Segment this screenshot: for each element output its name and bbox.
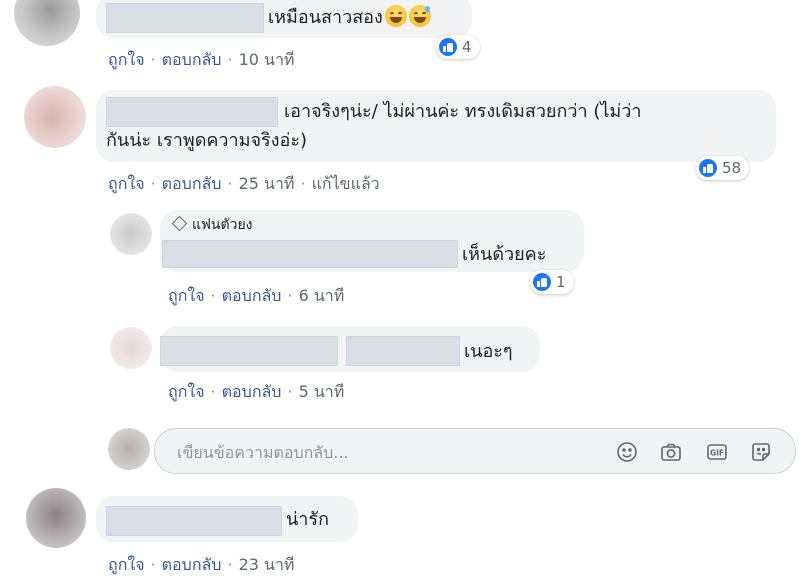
- camera-icon[interactable]: [659, 440, 683, 464]
- sticker-icon[interactable]: [749, 440, 773, 464]
- svg-text:GIF: GIF: [710, 449, 724, 458]
- redacted-tagged-name[interactable]: [346, 336, 460, 366]
- comment-text-line: กันน่ะ เราพูดความจริงอ่ะ): [106, 130, 308, 151]
- reply-avatar[interactable]: [110, 213, 152, 255]
- redacted-commenter-name[interactable]: [106, 97, 278, 127]
- reaction-count-badge[interactable]: 1: [530, 270, 574, 294]
- commenter-avatar[interactable]: [24, 86, 86, 148]
- reply-text: เนอะๆ: [464, 341, 513, 362]
- comment-text: เหมือนสาวสอง: [268, 5, 431, 31]
- reply-link[interactable]: ตอบกลับ: [162, 174, 222, 193]
- like-icon: [699, 159, 717, 177]
- like-icon: [439, 38, 457, 56]
- emoji-icon[interactable]: [615, 440, 639, 464]
- top-fan-badge[interactable]: แฟนตัวยง: [171, 214, 253, 236]
- comment-actions: ถูกใจ · ตอบกลับ · 23 นาที: [108, 555, 295, 574]
- reply-link[interactable]: ตอบกลับ: [222, 286, 282, 305]
- like-icon: [533, 273, 551, 291]
- like-link[interactable]: ถูกใจ: [108, 50, 145, 69]
- comment-text: น่ารัก: [286, 509, 329, 530]
- redacted-commenter-name[interactable]: [160, 336, 338, 366]
- grinning-face-icon: [384, 5, 407, 27]
- edited-label[interactable]: แก้ไขแล้ว: [312, 174, 380, 193]
- redacted-commenter-name[interactable]: [162, 240, 458, 268]
- gif-icon[interactable]: GIF: [705, 440, 729, 464]
- diamond-icon: [171, 215, 188, 232]
- like-link[interactable]: ถูกใจ: [168, 382, 205, 401]
- timestamp[interactable]: 10 นาที: [239, 50, 295, 69]
- timestamp[interactable]: 5 นาที: [299, 382, 345, 401]
- timestamp[interactable]: 23 นาที: [239, 555, 295, 574]
- commenter-avatar[interactable]: [26, 488, 86, 548]
- reply-link[interactable]: ตอบกลับ: [162, 50, 222, 69]
- comment-text-line: เอาจริงๆน่ะ/ ไม่ผ่านค่ะ ทรงเดิมสวยกว่า (…: [284, 101, 642, 122]
- like-link[interactable]: ถูกใจ: [108, 174, 145, 193]
- like-link[interactable]: ถูกใจ: [168, 286, 205, 305]
- reply-placeholder: เขียนข้อความตอบกลับ...: [177, 443, 349, 462]
- reply-actions: ถูกใจ · ตอบกลับ · 6 นาที: [168, 286, 345, 305]
- reaction-count-badge[interactable]: 4: [436, 35, 480, 59]
- redacted-commenter-name[interactable]: [106, 506, 282, 536]
- timestamp[interactable]: 25 นาที: [239, 174, 295, 193]
- reply-link[interactable]: ตอบกลับ: [222, 382, 282, 401]
- reaction-count-badge[interactable]: 58: [696, 156, 750, 180]
- grinning-sweat-icon: [408, 5, 431, 27]
- reply-avatar[interactable]: [110, 327, 152, 369]
- like-link[interactable]: ถูกใจ: [108, 555, 145, 574]
- comment-actions: ถูกใจ · ตอบกลับ · 10 นาที: [108, 50, 295, 69]
- commenter-avatar[interactable]: [14, 0, 80, 46]
- redacted-commenter-name[interactable]: [106, 3, 264, 33]
- comment-actions: ถูกใจ · ตอบกลับ · 25 นาที · แก้ไขแล้ว: [108, 174, 380, 193]
- reply-actions: ถูกใจ · ตอบกลับ · 5 นาที: [168, 382, 345, 401]
- timestamp[interactable]: 6 นาที: [299, 286, 345, 305]
- reply-text: เห็นด้วยคะ: [462, 244, 547, 265]
- reply-link[interactable]: ตอบกลับ: [162, 555, 222, 574]
- current-user-avatar: [108, 428, 150, 470]
- reply-input[interactable]: เขียนข้อความตอบกลับ... GIF: [154, 428, 796, 474]
